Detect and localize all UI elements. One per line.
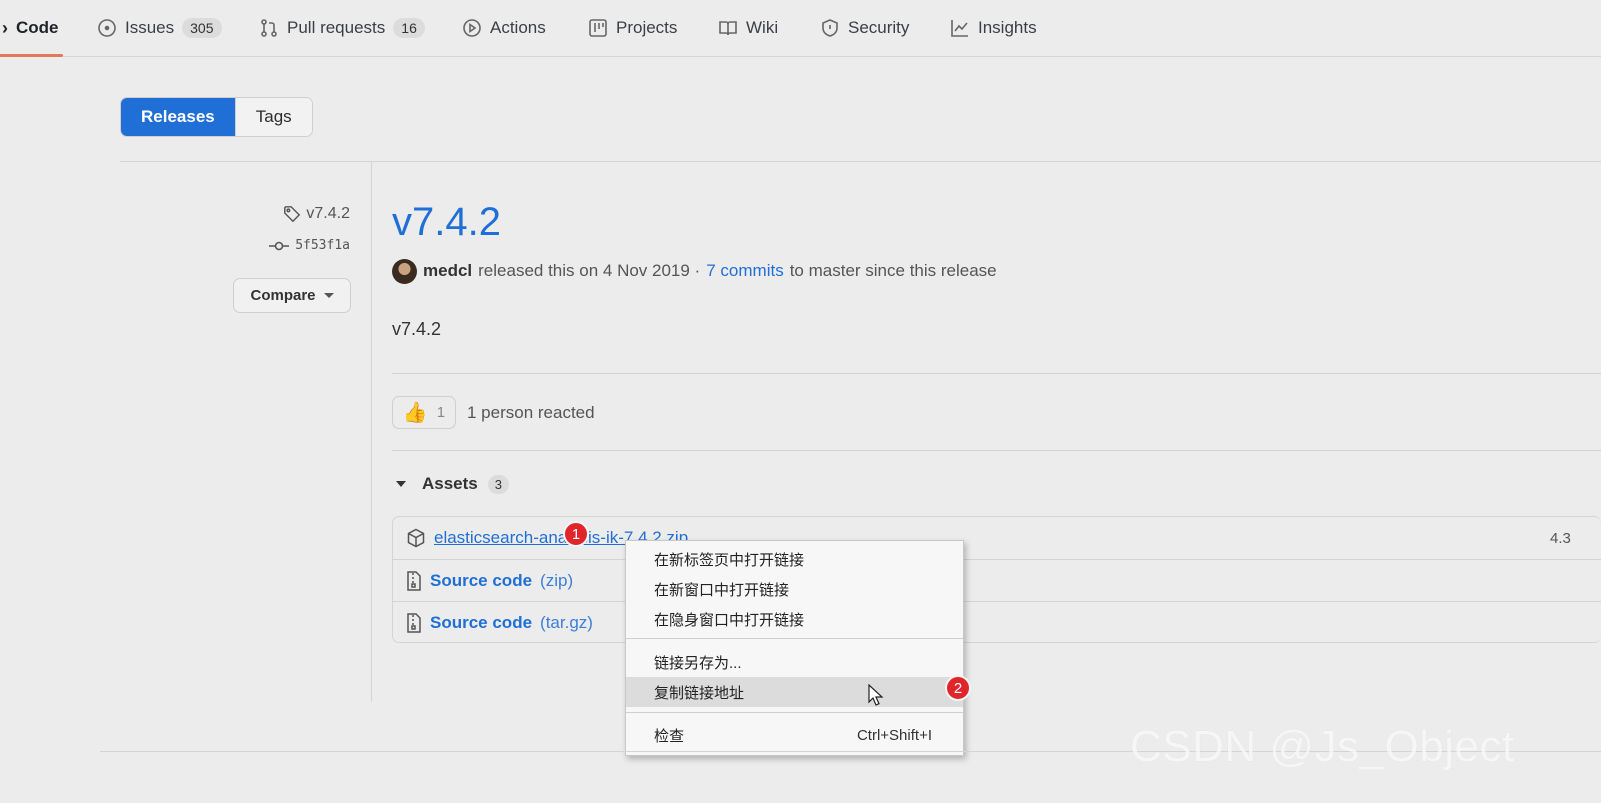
caret-down-icon <box>323 293 334 298</box>
tab-wiki[interactable]: Wiki <box>718 0 778 56</box>
source-code-targz-link[interactable]: Source code <box>430 613 532 633</box>
mouse-pointer-icon <box>868 684 884 706</box>
avatar[interactable] <box>392 258 417 284</box>
released-text: released this on 4 Nov 2019 · <box>478 261 701 280</box>
asset-row: Source code (zip) <box>393 559 1601 601</box>
tab-pull-requests-label: Pull requests <box>287 18 386 37</box>
issue-circle-icon <box>98 19 116 37</box>
file-zip-icon <box>407 570 421 591</box>
step-marker-1: 1 <box>563 521 589 547</box>
tab-security[interactable]: Security <box>820 0 909 56</box>
tag-icon <box>284 206 301 223</box>
graph-icon <box>951 20 968 37</box>
project-board-icon <box>589 19 607 37</box>
divider <box>120 161 1601 162</box>
code-icon: › <box>2 17 8 38</box>
repo-nav: › Code Issues 305 Pull requests 16 Actio… <box>0 0 1601 57</box>
tab-actions[interactable]: Actions <box>462 0 546 56</box>
pull-request-icon <box>261 19 277 37</box>
context-menu-inspect-label: 检查 <box>654 727 685 745</box>
step-marker-2: 2 <box>945 675 971 701</box>
context-menu-copy-link-address[interactable]: 复制链接地址 <box>626 677 963 707</box>
package-icon <box>407 528 425 548</box>
play-circle-icon <box>463 19 481 37</box>
commit-icon <box>269 241 290 250</box>
shield-icon <box>822 19 838 37</box>
compare-button[interactable]: Compare <box>233 278 351 313</box>
issues-counter: 305 <box>182 18 222 38</box>
asset-size: 4.3 <box>1550 529 1571 547</box>
release-notes: v7.4.2 <box>392 319 442 339</box>
release-tag-link[interactable]: v7.4.2 <box>283 205 350 223</box>
book-icon <box>719 21 737 36</box>
context-menu-open-incognito[interactable]: 在隐身窗口中打开链接 <box>626 604 963 634</box>
tab-projects[interactable]: Projects <box>588 0 677 56</box>
reaction-summary: 1 person reacted <box>467 403 595 422</box>
commits-suffix: to master since this release <box>789 261 997 280</box>
release-commit-sha: 5f53f1a <box>295 238 350 253</box>
tab-insights-label: Insights <box>978 18 1037 37</box>
divider <box>392 450 1601 451</box>
asset-row: Source code (tar.gz) <box>393 601 1601 643</box>
tab-security-label: Security <box>848 18 910 37</box>
thumbs-up-reaction-button[interactable]: 👍 1 <box>392 396 456 429</box>
tab-code[interactable]: › Code <box>0 0 62 57</box>
watermark: CSDN @Js_Object <box>1130 722 1515 771</box>
compare-label: Compare <box>250 287 316 304</box>
context-menu: 在新标签页中打开链接 在新窗口中打开链接 在隐身窗口中打开链接 链接另存为...… <box>625 540 964 756</box>
releases-tags-toggle: Releases Tags <box>120 97 313 137</box>
source-code-zip-suffix[interactable]: (zip) <box>540 571 573 591</box>
triangle-down-icon <box>396 481 406 487</box>
tab-wiki-label: Wiki <box>746 18 779 37</box>
reaction-count: 1 <box>436 404 446 421</box>
tab-code-label: Code <box>16 18 59 37</box>
tab-insights[interactable]: Insights <box>950 0 1037 56</box>
release-commit-link[interactable]: 5f53f1a <box>269 238 350 253</box>
tab-pull-requests[interactable]: Pull requests 16 <box>259 0 425 56</box>
tab-issues[interactable]: Issues 305 <box>97 0 222 56</box>
divider <box>392 373 1601 374</box>
author-link[interactable]: medcl <box>423 261 472 281</box>
release-title[interactable]: v7.4.2 <box>392 200 501 245</box>
source-code-zip-link[interactable]: Source code <box>430 571 532 591</box>
pull-requests-counter: 16 <box>393 18 425 38</box>
context-menu-separator <box>626 712 963 713</box>
context-menu-open-new-window[interactable]: 在新窗口中打开链接 <box>626 574 963 604</box>
tab-issues-label: Issues <box>125 18 175 37</box>
context-menu-separator <box>626 638 963 639</box>
context-menu-inspect-shortcut: Ctrl+Shift+I <box>856 726 932 744</box>
releases-tab[interactable]: Releases <box>121 98 235 136</box>
assets-counter: 3 <box>487 474 509 494</box>
context-menu-inspect[interactable]: 检查 Ctrl+Shift+I <box>626 720 963 750</box>
file-zip-icon <box>407 612 421 633</box>
context-menu-save-link-as[interactable]: 链接另存为... <box>626 647 963 677</box>
context-menu-open-new-tab[interactable]: 在新标签页中打开链接 <box>626 544 963 574</box>
assets-toggle[interactable]: Assets 3 <box>396 471 509 497</box>
tab-actions-label: Actions <box>490 18 546 37</box>
timeline-divider <box>371 162 372 702</box>
source-code-targz-suffix[interactable]: (tar.gz) <box>540 613 593 633</box>
release-byline: medcl released this on 4 Nov 2019 · 7 co… <box>392 258 997 284</box>
commits-link[interactable]: 7 commits <box>706 261 783 281</box>
assets-label: Assets <box>422 474 478 493</box>
tab-projects-label: Projects <box>616 18 678 37</box>
tags-tab[interactable]: Tags <box>234 98 312 136</box>
thumbs-up-icon: 👍 <box>402 402 428 424</box>
release-tag-label: v7.4.2 <box>306 205 350 222</box>
